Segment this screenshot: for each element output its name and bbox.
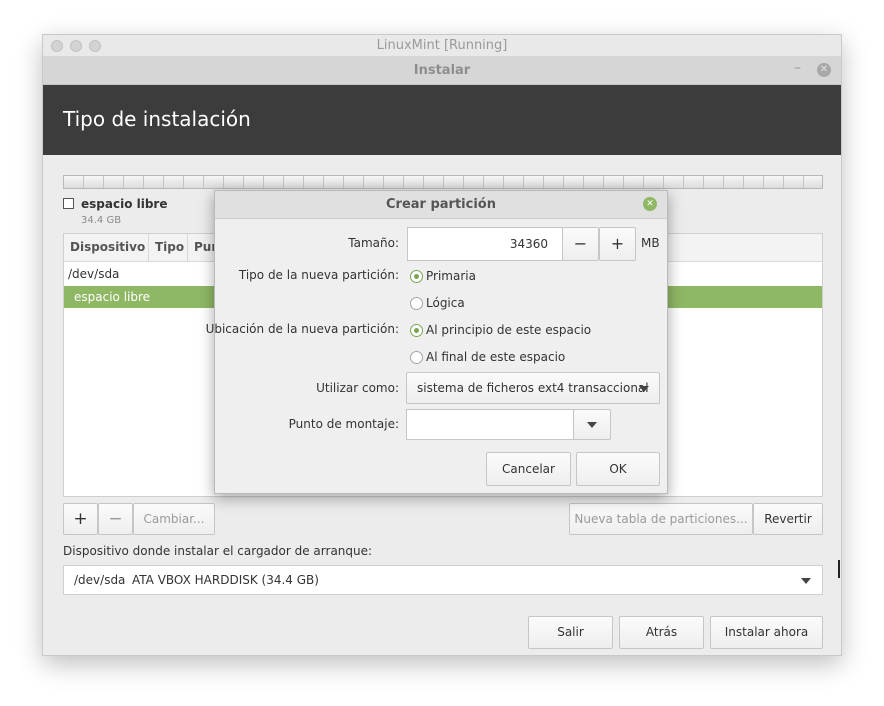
radio-location-start-label[interactable]: Al principio de este espacio [426, 323, 591, 337]
install-now-button[interactable]: Instalar ahora [710, 616, 823, 649]
chevron-down-icon [639, 386, 649, 392]
bootloader-description: ATA VBOX HARDDISK (34.4 GB) [132, 573, 319, 587]
size-decrease-button[interactable]: − [562, 227, 599, 261]
radio-logical-label[interactable]: Lógica [426, 296, 465, 310]
mouse-cursor [838, 560, 841, 578]
row-device: espacio libre [74, 290, 151, 304]
quit-button[interactable]: Salir [528, 616, 613, 649]
radio-logical[interactable] [410, 297, 423, 310]
dialog-close-icon[interactable]: ✕ [643, 197, 657, 211]
new-partition-table-button[interactable]: Nueva tabla de particiones... [569, 503, 753, 535]
use-as-value: sistema de ficheros ext4 transaccional [417, 381, 649, 395]
ok-button[interactable]: OK [576, 452, 660, 486]
add-partition-button[interactable]: + [63, 503, 98, 535]
minimize-icon[interactable]: – [794, 60, 801, 76]
mount-point-label: Punto de montaje: [288, 417, 399, 431]
dialog-title: Crear partición [386, 197, 496, 212]
bootloader-device: /dev/sda [74, 573, 126, 587]
radio-primary-label[interactable]: Primaria [426, 269, 476, 283]
page-title: Tipo de instalación [63, 107, 251, 131]
revert-button[interactable]: Revertir [753, 503, 823, 535]
remove-partition-button[interactable]: − [98, 503, 133, 535]
legend-name: espacio libre [81, 197, 168, 211]
use-as-select[interactable]: sistema de ficheros ext4 transaccional [406, 372, 660, 404]
cancel-button[interactable]: Cancelar [486, 452, 571, 486]
back-button[interactable]: Atrás [619, 616, 704, 649]
host-title-bar: LinuxMint [Running] [43, 35, 841, 57]
create-partition-dialog: Crear partición ✕ Tamaño: 34360 − + MB T… [206, 190, 668, 494]
row-device: /dev/sda [68, 267, 120, 281]
installer-title: Instalar [413, 63, 471, 78]
size-label: Tamaño: [348, 236, 399, 250]
mount-point-dropdown-button[interactable] [573, 409, 611, 440]
bootloader-label: Dispositivo donde instalar el cargador d… [63, 544, 373, 558]
partition-location-label: Ubicación de la nueva partición: [205, 322, 399, 336]
legend-size: 34.4 GB [81, 215, 122, 226]
partition-type-label: Tipo de la nueva partición: [238, 268, 399, 282]
radio-primary[interactable] [410, 270, 423, 283]
size-input[interactable]: 34360 [407, 227, 563, 261]
host-title: LinuxMint [Running] [376, 38, 508, 53]
column-device[interactable]: Dispositivo [70, 240, 145, 254]
close-icon[interactable]: ✕ [817, 63, 831, 77]
installer-title-bar: Instalar – ✕ [43, 57, 841, 85]
size-increase-button[interactable]: + [599, 227, 636, 261]
radio-location-end[interactable] [410, 351, 423, 364]
use-as-label: Utilizar como: [316, 381, 399, 395]
column-type[interactable]: Tipo [155, 240, 184, 254]
chevron-down-icon [801, 578, 811, 584]
partition-bar [63, 175, 823, 189]
legend-swatch [63, 198, 74, 209]
chevron-down-icon [587, 422, 597, 428]
page-header: Tipo de instalación [43, 85, 841, 155]
radio-location-start[interactable] [410, 324, 423, 337]
bootloader-select[interactable]: /dev/sda ATA VBOX HARDDISK (34.4 GB) [63, 565, 823, 595]
dialog-title-bar: Crear partición ✕ [215, 191, 667, 219]
size-unit: MB [641, 236, 660, 250]
radio-location-end-label[interactable]: Al final de este espacio [426, 350, 565, 364]
change-partition-button[interactable]: Cambiar... [133, 503, 215, 535]
mount-point-input[interactable] [406, 409, 574, 440]
size-value: 34360 [509, 237, 548, 251]
